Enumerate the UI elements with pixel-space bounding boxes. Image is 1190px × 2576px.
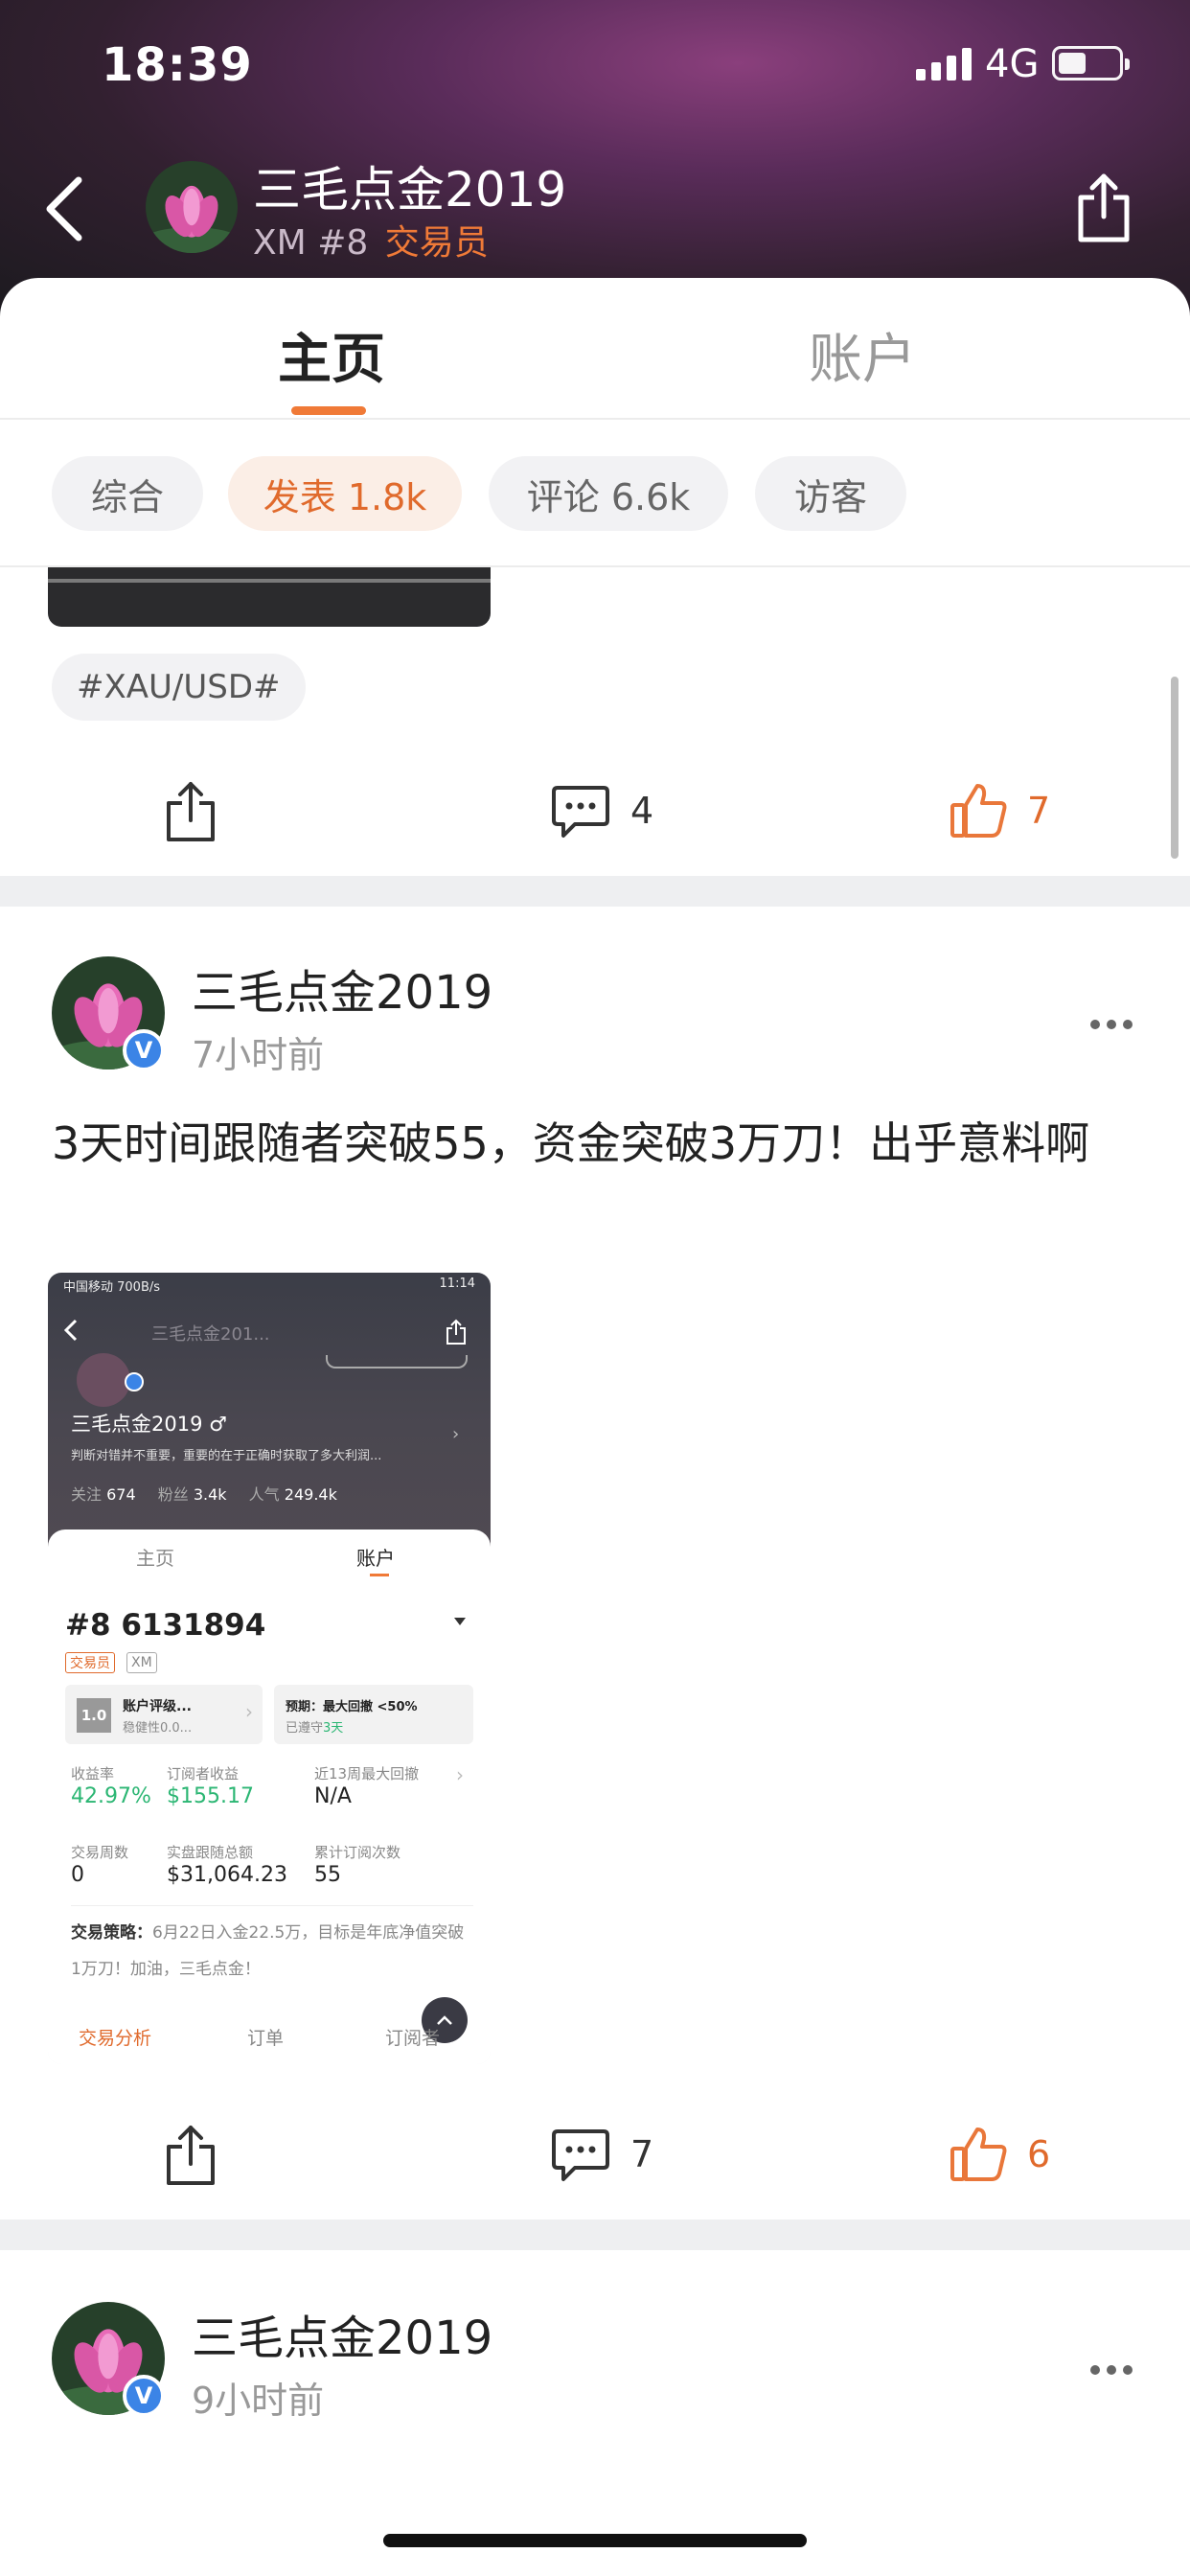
post-image[interactable]: [48, 567, 491, 627]
screenshot-expect-sub: 已遵守3天: [286, 1721, 344, 1736]
status-time: 18:39: [102, 38, 253, 92]
post-tag[interactable]: #XAU/USD#: [52, 654, 306, 721]
screenshot-expect-box: 预期：最大回撤 <50% 已遵守3天: [274, 1685, 473, 1744]
screenshot-tab-home: 主页: [136, 1547, 174, 1570]
screenshot-tab-indicator: [370, 1574, 389, 1576]
comment-count: 4: [630, 790, 654, 832]
screenshot-bottom-tab: 订单: [247, 2028, 285, 2049]
screenshot-broker-badge: XM: [126, 1652, 157, 1673]
screenshot-name: 三毛点金2019 ♂: [71, 1413, 227, 1436]
screenshot-share-icon: [446, 1319, 466, 1345]
post-time: 7小时前: [192, 1034, 325, 1076]
screenshot-bottom-tab: 订阅者: [385, 2028, 441, 2049]
rank-label: #8: [317, 223, 369, 263]
filter-comments[interactable]: 评论 6.6k: [489, 456, 728, 531]
screenshot-follow-button: [326, 1355, 468, 1368]
screenshot-follow-stats: 关注 674 粉丝 3.4k 人气 249.4k: [71, 1485, 337, 1504]
share-icon[interactable]: [1069, 169, 1138, 245]
screenshot-verified-icon: [125, 1372, 144, 1392]
share-icon[interactable]: [163, 2124, 218, 2187]
screenshot-role-badge: 交易员: [65, 1652, 115, 1673]
like-count: 6: [1027, 2133, 1051, 2175]
like-icon[interactable]: [949, 780, 1010, 840]
profile-header: 18:39 4G 三毛点金2019 XM #8 交易员: [0, 0, 1190, 316]
active-tab-indicator: [291, 406, 366, 415]
profile-avatar[interactable]: [146, 161, 238, 253]
post-text: 3天时间跟随者突破55，资金突破3万刀！出乎意料啊: [52, 1117, 1090, 1169]
filter-visitors[interactable]: 访客: [755, 456, 906, 531]
screenshot-stat-value: N/A: [314, 1784, 352, 1808]
like-icon[interactable]: [949, 2124, 1010, 2183]
post-author[interactable]: 三毛点金2019: [192, 2300, 492, 2367]
screenshot-stat-value: 55: [314, 1863, 341, 1887]
screenshot-nav-name: 三毛点金201...: [151, 1324, 270, 1345]
scrollbar[interactable]: [1171, 677, 1179, 859]
screenshot-rating-score: 1.0: [77, 1698, 111, 1733]
tab-home[interactable]: 主页: [278, 316, 385, 394]
broker-label: XM: [253, 223, 307, 263]
screenshot-dropdown-icon: [454, 1618, 466, 1625]
filter-posts[interactable]: 发表 1.8k: [228, 456, 462, 531]
screenshot-strategy: 交易策略：6月22日入金22.5万，目标是年底净值突破1万刀！加油，三毛点金！: [71, 1923, 465, 1979]
screenshot-stat-value: 0: [71, 1863, 84, 1887]
divider: [0, 418, 1190, 420]
comment-count: 7: [630, 2133, 654, 2175]
verified-badge-icon: V: [123, 1029, 165, 1071]
screenshot-stat-value: $31,064.23: [167, 1863, 287, 1887]
share-icon[interactable]: [163, 780, 218, 843]
screenshot-account-card: 主页 账户 #8 6131894 交易员 XM 1.0 账户评级... 稳健性0…: [48, 1530, 491, 2064]
network-label: 4G: [985, 42, 1040, 86]
back-arrow-icon[interactable]: [38, 171, 96, 247]
post-time: 9小时前: [192, 2380, 325, 2422]
like-count: 7: [1027, 790, 1051, 832]
screenshot-tab-account: 账户: [356, 1547, 395, 1570]
more-options-icon[interactable]: [1090, 1020, 1133, 1029]
screenshot-account-number: #8 6131894: [65, 1608, 266, 1643]
screenshot-back-icon: [63, 1319, 78, 1342]
screenshot-avatar: [77, 1353, 130, 1407]
screenshot-status-time: 11:14: [439, 1276, 475, 1291]
screenshot-expect-title: 预期：最大回撤 <50%: [286, 1700, 418, 1714]
filter-all[interactable]: 综合: [52, 456, 203, 531]
comment-icon[interactable]: [550, 2128, 611, 2183]
screenshot-profile-header: 中国移动 700B/s 11:14 三毛点金201... 三毛点金2019 ♂ …: [48, 1273, 491, 1551]
home-indicator[interactable]: [383, 2534, 807, 2547]
comment-icon[interactable]: [550, 784, 611, 840]
screenshot-stat-label: 近13周最大回撤: [314, 1765, 420, 1782]
screenshot-stat-label: 累计订阅次数: [314, 1844, 401, 1861]
screenshot-rating-box: 1.0 账户评级... 稳健性0.0... ›: [65, 1685, 263, 1744]
screenshot-bottom-tab: 交易分析: [79, 2028, 152, 2049]
screenshot-stat-value: $155.17: [167, 1784, 254, 1808]
post-author[interactable]: 三毛点金2019: [192, 954, 492, 1022]
screenshot-divider: [71, 1905, 473, 1906]
tab-account[interactable]: 账户: [809, 316, 916, 394]
verified-badge-icon: V: [123, 2375, 165, 2417]
screenshot-stat-value: 42.97%: [71, 1784, 151, 1808]
post-separator: [0, 876, 1190, 907]
screenshot-stat-label: 实盘跟随总额: [167, 1844, 254, 1861]
post-separator: [0, 2220, 1190, 2250]
screenshot-stat-label: 交易周数: [71, 1844, 129, 1861]
more-options-icon[interactable]: [1090, 2365, 1133, 2375]
role-label: 交易员: [384, 223, 489, 263]
battery-icon: [1052, 46, 1130, 80]
screenshot-chevron-icon: ›: [245, 1700, 253, 1723]
screenshot-status-left: 中国移动 700B/s: [63, 1280, 161, 1295]
signal-icon: [916, 48, 972, 80]
profile-subtitle: XM #8 交易员: [253, 215, 489, 264]
screenshot-rating-title: 账户评级...: [123, 1699, 192, 1714]
post-image[interactable]: 中国移动 700B/s 11:14 三毛点金201... 三毛点金2019 ♂ …: [48, 1273, 491, 2064]
screenshot-desc: 判断对错并不重要，重要的在于正确时获取了多大利润...: [71, 1449, 382, 1463]
screenshot-stat-label: 收益率: [71, 1765, 115, 1782]
screenshot-rating-sub: 稳健性0.0...: [123, 1721, 193, 1736]
profile-name: 三毛点金2019: [253, 162, 567, 218]
screenshot-stat-label: 订阅者收益: [167, 1765, 240, 1782]
screenshot-chevron-icon: ›: [456, 1763, 464, 1786]
screenshot-chevron-icon: ›: [452, 1424, 460, 1444]
